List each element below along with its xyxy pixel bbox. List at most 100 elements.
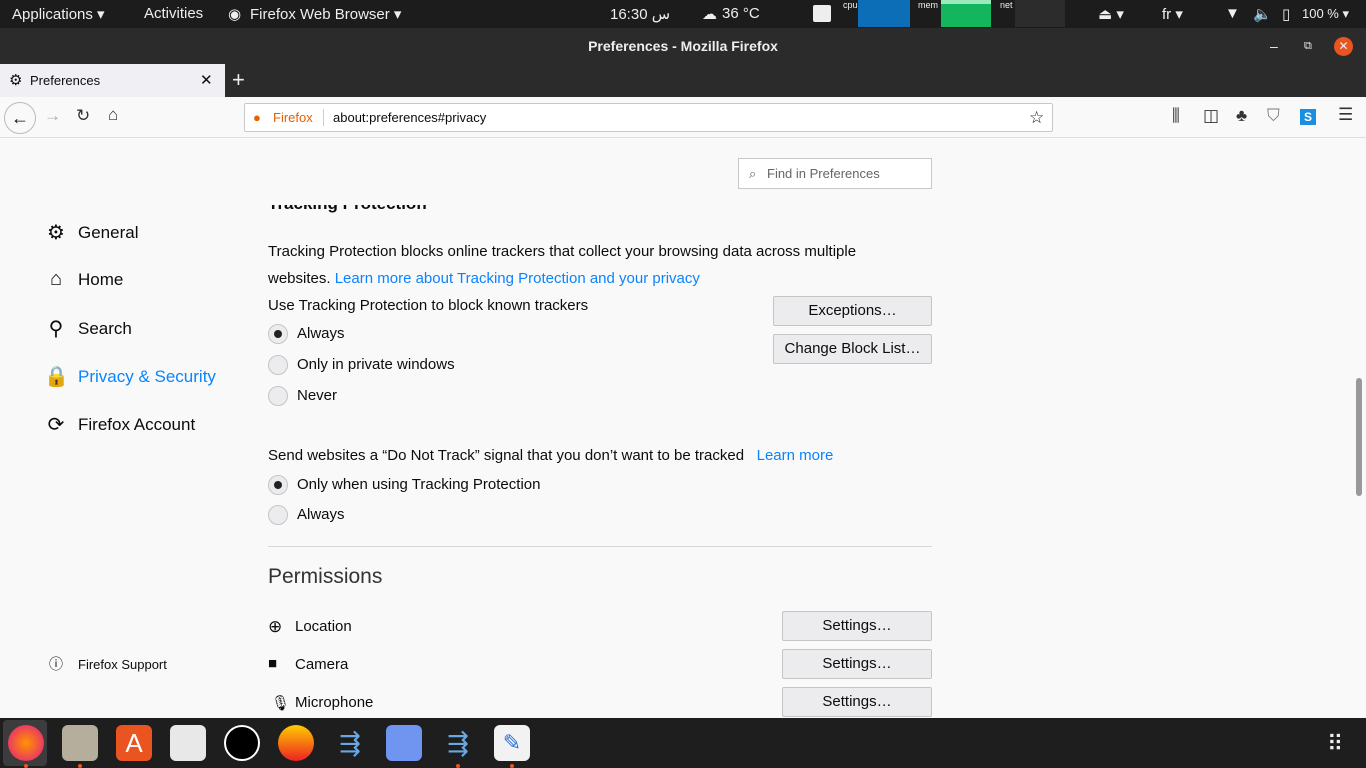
tab-preferences[interactable]: ⚙ Preferences ✕ (0, 64, 225, 97)
show-applications-grid-icon[interactable]: ⠿ (1327, 731, 1343, 757)
location-icon: ⊕ (268, 617, 283, 636)
back-button[interactable]: ← (4, 102, 36, 134)
radio-label[interactable]: Always (297, 506, 345, 523)
minimize-button[interactable]: – (1270, 28, 1278, 64)
kdenlive-launcher-icon-2[interactable]: ⇶ (440, 725, 476, 761)
forward-button[interactable]: → (44, 106, 61, 126)
gear-icon: ⚙ (9, 72, 23, 89)
home-button[interactable]: ⌂ (108, 105, 118, 125)
battery-level[interactable]: 100 % ▾ (1302, 6, 1349, 22)
lock-icon: 🔒 (44, 366, 69, 388)
support-label: Firefox Support (78, 656, 167, 672)
sidebar-item-search[interactable]: ⚲ Search (44, 316, 132, 341)
maximize-button[interactable]: ⧉ (1304, 28, 1312, 64)
help-icon: ⓘ (49, 656, 63, 672)
keyboard-layout[interactable]: fr ▾ (1162, 5, 1183, 23)
menu-icon[interactable]: ☰ (1338, 105, 1353, 125)
sidebar-item-label: Home (78, 269, 124, 289)
change-block-list-button[interactable]: Change Block List… (773, 334, 932, 364)
exceptions-button[interactable]: Exceptions… (773, 296, 932, 326)
radio-dnt-always[interactable] (268, 505, 288, 525)
radio-label[interactable]: Always (297, 325, 345, 342)
search-placeholder: Find in Preferences (767, 166, 880, 181)
activities-button[interactable]: Activities (144, 5, 203, 22)
kdenlive-launcher-icon[interactable]: ⇶ (332, 725, 368, 761)
running-indicator (456, 764, 460, 768)
radio-tracking-private[interactable] (268, 355, 288, 375)
clock[interactable]: 16:30 س (610, 5, 670, 23)
radio-label[interactable]: Only when using Tracking Protection (297, 476, 540, 493)
radio-tracking-never[interactable] (268, 386, 288, 406)
app-menu[interactable]: Firefox Web Browser ▾ (250, 5, 401, 23)
bookmark-star-icon[interactable]: ☆ (1029, 104, 1044, 131)
sidebar-item-label: General (78, 222, 139, 242)
reload-button[interactable]: ↻ (76, 106, 90, 126)
obs-launcher-icon[interactable] (224, 725, 260, 761)
applications-menu[interactable]: Applications ▾ (12, 5, 105, 23)
window-title-bar: Preferences - Mozilla Firefox – ⧉ ✕ (0, 28, 1366, 64)
net-label: net (1000, 0, 1013, 10)
microphone-settings-button[interactable]: Settings… (782, 687, 932, 717)
home-icon: ⌂ (49, 268, 63, 290)
screenshot-launcher-icon[interactable] (386, 725, 422, 761)
identity-label: Firefox (273, 110, 313, 125)
url-text[interactable]: about:preferences#privacy (333, 104, 486, 131)
firefox-support-link[interactable]: ⓘ Firefox Support (44, 654, 167, 674)
firefox-launcher-icon[interactable] (8, 725, 44, 761)
sidebar-item-home[interactable]: ⌂ Home (44, 268, 123, 291)
weather-temp[interactable]: 36 °C (722, 5, 760, 22)
location-settings-button[interactable]: Settings… (782, 611, 932, 641)
close-button[interactable]: ✕ (1334, 37, 1353, 56)
window-title: Preferences - Mozilla Firefox (588, 38, 778, 54)
tracking-heading: Tracking Protection (268, 205, 427, 214)
audacity-launcher-icon[interactable] (278, 725, 314, 761)
sidebar-item-general[interactable]: ⚙ General (44, 220, 138, 245)
sidebar-item-privacy[interactable]: 🔒 Privacy & Security (44, 364, 216, 389)
gear-icon: ⚙ (47, 222, 65, 244)
system-monitor-icon[interactable] (813, 5, 831, 22)
running-indicator (24, 764, 28, 768)
permission-camera-label: Camera (295, 656, 349, 673)
find-in-preferences-input[interactable]: ⌕ Find in Preferences (738, 158, 932, 189)
battery-icon[interactable]: ▯ (1282, 5, 1290, 23)
camera-icon: ■ (268, 655, 278, 672)
section-divider (268, 546, 932, 547)
url-bar[interactable]: ● Firefox about:preferences#privacy ☆ (244, 103, 1053, 132)
system-top-bar: Applications ▾ Activities ◉ Firefox Web … (0, 0, 1366, 28)
software-center-launcher-icon[interactable]: A (116, 725, 152, 761)
ublock-icon[interactable]: ⛉ (1267, 106, 1280, 126)
search-icon: ⚲ (48, 318, 64, 340)
sidebar-icon[interactable]: ◫ (1203, 106, 1219, 126)
permission-location-label: Location (295, 618, 352, 635)
radio-dnt-tracking-protection[interactable] (268, 475, 288, 495)
radio-tracking-always[interactable] (268, 324, 288, 344)
skype-extension-icon[interactable]: S (1300, 109, 1316, 125)
scrollbar-thumb[interactable] (1356, 378, 1362, 496)
camera-settings-button[interactable]: Settings… (782, 649, 932, 679)
text-editor-launcher-icon[interactable]: ✎ (494, 725, 530, 761)
tracking-description: Tracking Protection blocks online tracke… (268, 243, 857, 260)
close-tab-icon[interactable]: ✕ (200, 64, 213, 97)
weather-icon: ☁ (702, 6, 717, 23)
volume-icon[interactable]: 🔈 (1253, 5, 1272, 23)
cpu-label: cpu (843, 0, 858, 10)
tab-label: Preferences (30, 73, 101, 88)
files-launcher-icon[interactable] (62, 725, 98, 761)
sidebar-item-firefox-account[interactable]: ⟳ Firefox Account (44, 412, 196, 437)
library-icon[interactable]: ⫼ (1172, 106, 1180, 126)
radio-label[interactable]: Never (297, 387, 337, 404)
tracking-description-cont: websites. (268, 270, 331, 287)
permission-microphone-label: Microphone (295, 694, 374, 711)
eject-icon[interactable]: ⏏ ▾ (1098, 5, 1124, 23)
dnt-learn-more-link[interactable]: Learn more (757, 447, 834, 464)
new-tab-button[interactable]: + (232, 67, 245, 93)
settings-toggle-launcher-icon[interactable] (170, 725, 206, 761)
learn-more-tracking-link[interactable]: Learn more about Tracking Protection and… (335, 270, 700, 287)
gnome-extension-icon[interactable]: ♣ (1236, 106, 1247, 126)
permissions-heading: Permissions (268, 565, 383, 588)
radio-label[interactable]: Only in private windows (297, 356, 455, 373)
navigation-toolbar: ← → ↻ ⌂ ● Firefox about:preferences#priv… (0, 97, 1366, 138)
sync-icon: ⟳ (47, 414, 65, 436)
mem-label: mem (918, 0, 938, 10)
wifi-icon[interactable]: ▼ (1225, 5, 1240, 22)
